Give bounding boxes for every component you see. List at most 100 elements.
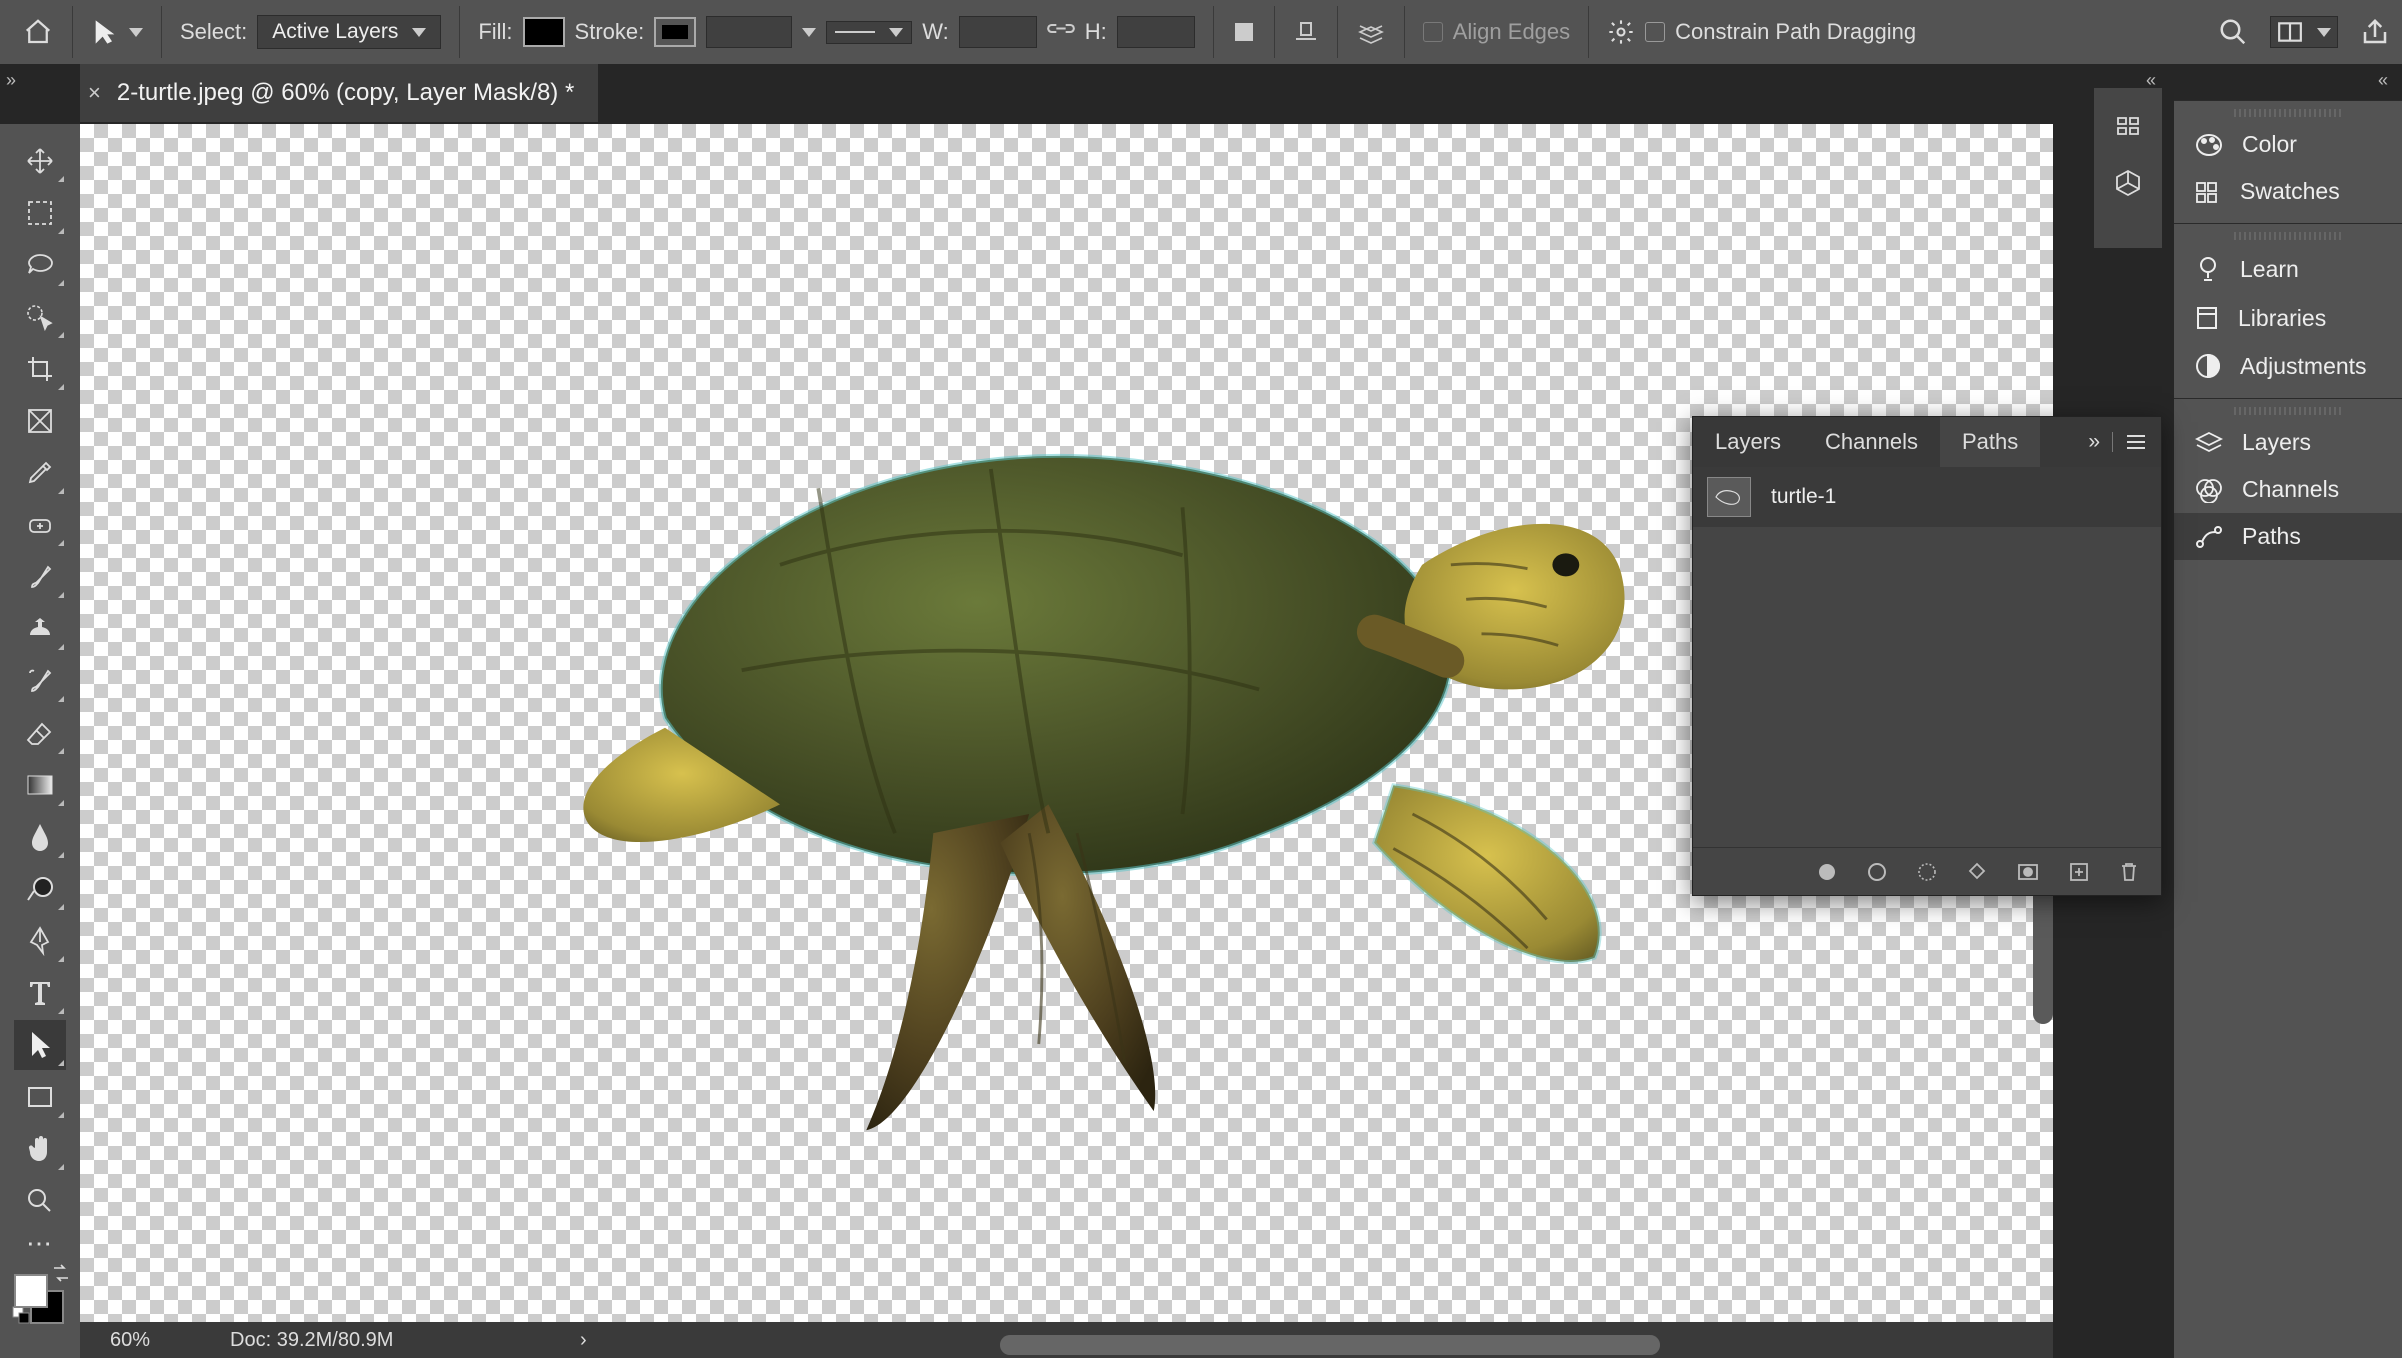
screen-mode-dropdown[interactable] [2270,16,2338,48]
panel-channels-label: Channels [2242,476,2339,503]
panel-adjustments-label: Adjustments [2240,353,2367,380]
hand-tool[interactable] [14,1124,66,1174]
panel-paths-label: Paths [2242,523,2301,550]
constrain-label: Constrain Path Dragging [1675,19,1916,45]
panel-libraries[interactable]: Libraries [2174,294,2402,342]
panel-learn-label: Learn [2240,256,2299,283]
stroke-path-icon[interactable] [1867,862,1887,882]
rectangular-marquee-tool[interactable] [14,188,66,238]
panel-color[interactable]: Color [2174,121,2402,168]
select-label: Select: [180,19,247,45]
quick-select-tool[interactable] [14,292,66,342]
document-tab[interactable]: × 2-turtle.jpeg @ 60% (copy, Layer Mask/… [80,64,598,122]
properties-icon[interactable] [2113,112,2143,140]
collapse-panel-icon[interactable]: » [2088,430,2100,454]
path-arrangement-icon[interactable] [1356,18,1386,46]
spot-healing-tool[interactable] [14,500,66,550]
path-operations-icon[interactable] [1232,20,1256,44]
delete-path-icon[interactable] [2119,861,2139,883]
path-name: turtle-1 [1771,485,1836,509]
panel-grip[interactable] [2234,232,2342,240]
swap-colors-icon[interactable] [50,1262,72,1284]
panel-layers-label: Layers [2242,429,2311,456]
gear-icon[interactable] [1607,18,1635,46]
share-icon[interactable] [2360,17,2390,47]
zoom-level[interactable]: 60% [110,1329,150,1352]
stroke-style-dropdown[interactable] [826,21,912,44]
panel-channels[interactable]: Channels [2174,466,2402,513]
edit-toolbar-icon[interactable]: ⋯ [14,1228,66,1258]
select-scope-dropdown[interactable]: Active Layers [257,15,441,49]
gradient-tool[interactable] [14,760,66,810]
move-tool[interactable] [14,136,66,186]
type-tool[interactable] [14,968,66,1018]
expand-toolbar-icon[interactable]: » [6,70,16,91]
panel-paths[interactable]: Paths [2174,513,2402,560]
panel-layers[interactable]: Layers [2174,419,2402,466]
stroke-width-input[interactable] [706,16,792,48]
panel-tabs: Layers Channels Paths » [1693,417,2161,467]
frame-tool[interactable] [14,396,66,446]
options-bar: Select: Active Layers Fill: Stroke: W: H… [0,0,2402,64]
panel-grip[interactable] [2234,407,2342,415]
path-selection-tool[interactable] [14,1020,66,1070]
clone-stamp-tool[interactable] [14,604,66,654]
panel-menu-icon[interactable] [2125,433,2147,451]
crop-tool[interactable] [14,344,66,394]
new-path-icon[interactable] [2069,862,2089,882]
width-label: W: [922,19,948,45]
history-brush-tool[interactable] [14,656,66,706]
search-icon[interactable] [2218,17,2248,47]
tab-channels[interactable]: Channels [1803,417,1940,467]
path-selection-tool-icon[interactable] [91,16,119,48]
fill-swatch[interactable] [523,17,565,47]
constrain-checkbox[interactable] [1645,22,1665,42]
horizontal-scrollbar[interactable] [1000,1335,1660,1355]
width-input[interactable] [959,16,1037,48]
collapse-panel-icon[interactable]: « [2378,70,2388,91]
paths-panel-footer [1693,847,2161,895]
tool-preset-dropdown-icon[interactable] [129,28,143,37]
tab-layers[interactable]: Layers [1693,417,1803,467]
tool-palette: ⋯ [0,124,80,1358]
dodge-tool[interactable] [14,864,66,914]
add-mask-icon[interactable] [2017,863,2039,881]
stroke-swatch[interactable] [654,17,696,47]
doc-size[interactable]: Doc: 39.2M/80.9M [230,1329,393,1352]
fill-label: Fill: [478,19,512,45]
brush-tool[interactable] [14,552,66,602]
align-edges-checkbox[interactable] [1423,22,1443,42]
make-workpath-icon[interactable] [1967,862,1987,882]
zoom-tool[interactable] [14,1176,66,1226]
path-thumbnail [1707,477,1751,517]
foreground-background-swatch[interactable] [14,1270,66,1322]
status-more-icon[interactable]: › [580,1329,587,1352]
fill-path-icon[interactable] [1817,862,1837,882]
stroke-label: Stroke: [575,19,645,45]
link-icon[interactable] [1047,22,1075,42]
panel-grip[interactable] [2234,109,2342,117]
panel-adjustments[interactable]: Adjustments [2174,342,2402,390]
paths-panel: Layers Channels Paths » turtle-1 [1692,416,2162,896]
panel-swatches[interactable]: Swatches [2174,168,2402,215]
tab-layers-label: Layers [1715,429,1781,455]
eyedropper-tool[interactable] [14,448,66,498]
lasso-tool[interactable] [14,240,66,290]
path-align-icon[interactable] [1293,19,1319,45]
blur-tool[interactable] [14,812,66,862]
chevron-down-icon [412,28,426,37]
3d-icon[interactable] [2113,168,2143,198]
rectangle-tool[interactable] [14,1072,66,1122]
home-icon[interactable] [22,17,54,47]
height-input[interactable] [1117,16,1195,48]
tab-channels-label: Channels [1825,429,1918,455]
path-item[interactable]: turtle-1 [1693,467,2161,527]
tab-paths[interactable]: Paths [1940,417,2040,467]
eraser-tool[interactable] [14,708,66,758]
panel-learn[interactable]: Learn [2174,244,2402,294]
stroke-width-chevron-icon[interactable] [802,28,816,37]
close-document-icon[interactable]: × [88,80,101,106]
foreground-color[interactable] [14,1274,48,1308]
load-selection-icon[interactable] [1917,862,1937,882]
pen-tool[interactable] [14,916,66,966]
